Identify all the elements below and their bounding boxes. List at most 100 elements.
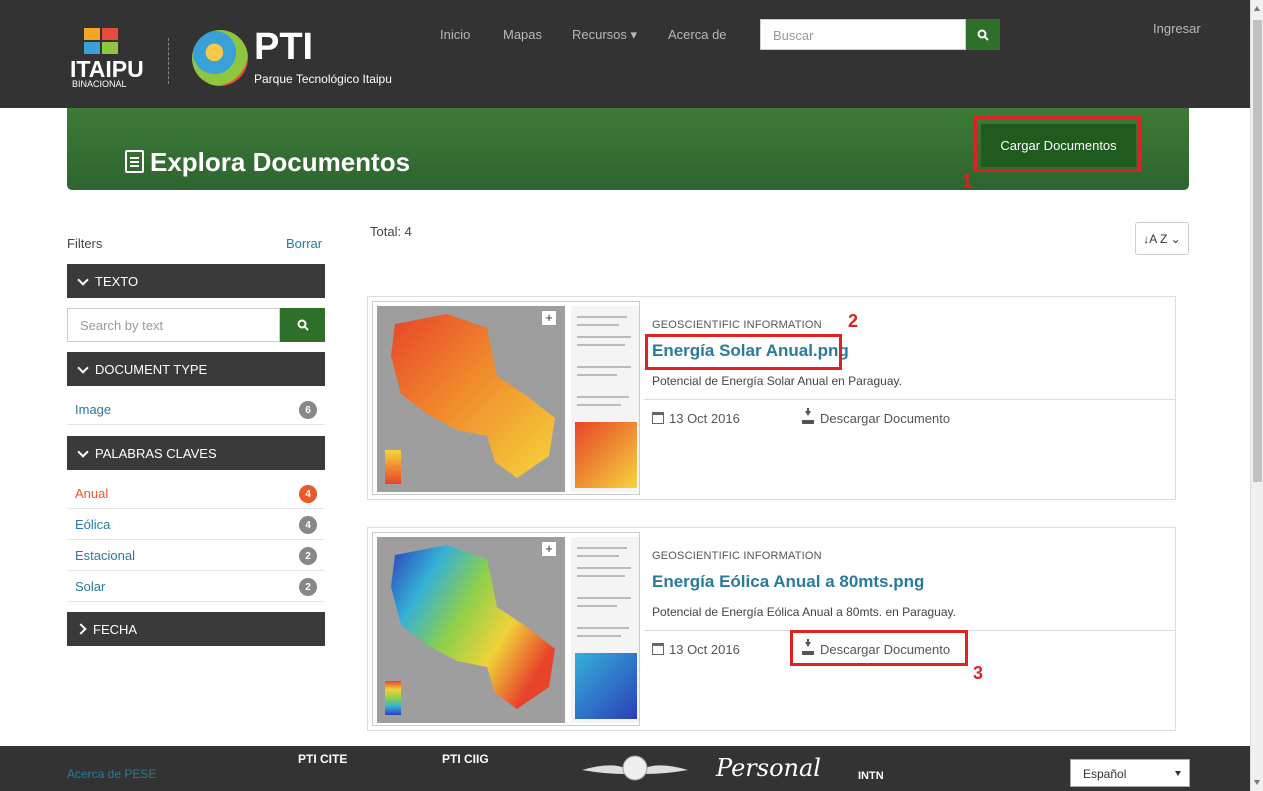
page-scrollbar[interactable]: [1250, 0, 1263, 791]
zoom-plus-icon: +: [541, 310, 557, 326]
nav-mapas[interactable]: Mapas: [503, 27, 542, 42]
facet-keywords-label: PALABRAS CLAVES: [95, 446, 217, 461]
facet-document-type-header[interactable]: DOCUMENT TYPE: [67, 352, 325, 386]
footer-logo-personal[interactable]: Personal: [716, 754, 821, 782]
solar-map-shape: [391, 314, 555, 478]
footer-logo-wings-icon[interactable]: [580, 750, 690, 788]
facet-item-label: Anual: [75, 486, 109, 501]
caret-down-icon: [1175, 771, 1181, 776]
download-icon: [802, 408, 814, 424]
pti-globe-icon: [192, 30, 248, 86]
result-category: GEOSCIENTIFIC INFORMATION: [652, 550, 822, 562]
facet-count-badge: 4: [299, 485, 317, 503]
search-icon: [297, 319, 309, 331]
language-select[interactable]: Español: [1070, 759, 1190, 787]
download-label: Descargar Documento: [820, 411, 951, 426]
facet-text-label: TEXTO: [95, 274, 139, 289]
facet-document-type-label: DOCUMENT TYPE: [95, 362, 208, 377]
pti-logo-subtext: Parque Tecnológico Itaipu: [254, 72, 392, 86]
annotation-number-3: 3: [973, 663, 984, 683]
facet-date-header[interactable]: FECHA: [67, 612, 325, 646]
footer-about-link[interactable]: Acerca de PESE: [67, 767, 156, 781]
facet-item-solar[interactable]: Solar 2: [67, 572, 325, 602]
page-title: Explora Documentos: [125, 147, 410, 178]
chevron-down-icon: [77, 274, 89, 286]
map-legend: [385, 681, 401, 715]
scrollbar-thumb[interactable]: [1253, 20, 1262, 482]
result-title-link[interactable]: Energía Eólica Anual a 80mts.png: [652, 572, 924, 592]
facet-keywords-header[interactable]: PALABRAS CLAVES: [67, 436, 325, 470]
result-date: 13 Oct 2016: [652, 642, 740, 657]
result-thumbnail[interactable]: +: [372, 532, 640, 726]
footer-logo-intn[interactable]: INTN: [858, 770, 884, 782]
annotation-number-1: 1: [962, 171, 973, 191]
facet-item-label: Estacional: [75, 548, 135, 563]
calendar-icon: [652, 643, 664, 655]
zoom-plus-icon: +: [541, 541, 557, 557]
language-select-value: Español: [1083, 767, 1127, 781]
facet-item-estacional[interactable]: Estacional 2: [67, 541, 325, 571]
pti-logo-text: PTI: [254, 26, 314, 68]
facet-item-label: Solar: [75, 579, 106, 594]
search-input[interactable]: Buscar: [760, 19, 966, 50]
result-description: Potencial de Energía Solar Anual en Para…: [652, 374, 902, 388]
result-card: + GEOSCIENTIFIC INFORMATION Energía Eóli…: [367, 527, 1176, 731]
top-navbar: ITAIPU BINACIONAL PTI Parque Tecnológico…: [0, 0, 1250, 108]
annotation-box-3: [790, 630, 968, 666]
text-filter-input[interactable]: Search by text: [67, 308, 280, 342]
page-title-text: Explora Documentos: [150, 147, 411, 177]
facet-count-badge: 6: [299, 401, 317, 419]
text-filter-search-button[interactable]: [280, 308, 325, 342]
itaipu-logo-subtext: BINACIONAL: [72, 79, 127, 89]
filters-label: Filters: [67, 236, 103, 251]
mini-map-preview: [575, 422, 637, 488]
footer-logo-pti-ciig[interactable]: PTI CIIG: [442, 752, 489, 766]
sort-button[interactable]: ↓A Z ⌄: [1135, 222, 1189, 255]
nav-recursos[interactable]: Recursos ▾: [572, 27, 637, 43]
result-card: + GEOSCIENTIFIC INFORMATION Energía Sola…: [367, 296, 1176, 500]
pti-logo[interactable]: PTI Parque Tecnológico Itaipu: [192, 26, 402, 92]
card-divider: [644, 399, 1176, 400]
footer-logo-pti-cite[interactable]: PTI CITE: [298, 752, 347, 766]
page: ITAIPU BINACIONAL PTI Parque Tecnológico…: [0, 0, 1263, 791]
facet-text-header[interactable]: TEXTO: [67, 264, 325, 298]
document-icon: [125, 150, 144, 173]
facet-item-eolica[interactable]: Eólica 4: [67, 510, 325, 540]
result-description: Potencial de Energía Eólica Anual a 80mt…: [652, 605, 956, 619]
result-date: 13 Oct 2016: [652, 411, 740, 426]
nav-inicio[interactable]: Inicio: [440, 27, 470, 42]
facet-count-badge: 4: [299, 516, 317, 534]
facet-item-image[interactable]: Image 6: [67, 395, 325, 425]
login-link[interactable]: Ingresar: [1153, 21, 1201, 36]
facet-count-badge: 2: [299, 547, 317, 565]
map-legend: [385, 450, 401, 484]
facet-item-label: Image: [75, 402, 112, 417]
itaipu-mark-icon: [84, 28, 136, 54]
logo-divider: [168, 38, 169, 84]
wind-map-shape: [391, 545, 555, 709]
search-icon: [977, 29, 989, 41]
chevron-right-icon: [75, 623, 87, 635]
itaipu-logo[interactable]: ITAIPU BINACIONAL: [70, 28, 160, 90]
chevron-down-icon: [77, 362, 89, 374]
facet-item-anual[interactable]: Anual 4: [67, 479, 325, 509]
result-thumbnail[interactable]: +: [372, 301, 640, 495]
download-document-link[interactable]: Descargar Documento: [802, 408, 951, 426]
results-total: Total: 4: [370, 224, 412, 239]
chevron-down-icon: [77, 446, 89, 458]
mini-map-preview: [575, 653, 637, 719]
facet-date-label: FECHA: [93, 622, 138, 637]
facet-item-label: Eólica: [75, 517, 111, 532]
result-date-text: 13 Oct 2016: [669, 642, 740, 657]
nav-acerca-de[interactable]: Acerca de: [668, 27, 727, 42]
facet-count-badge: 2: [299, 578, 317, 596]
search-button[interactable]: [966, 19, 1000, 50]
result-category: GEOSCIENTIFIC INFORMATION: [652, 319, 822, 331]
scroll-up-icon[interactable]: [1254, 6, 1260, 11]
annotation-box-2: [645, 334, 842, 370]
annotation-box-1: [974, 116, 1141, 172]
clear-filters-link[interactable]: Borrar: [286, 236, 322, 251]
calendar-icon: [652, 412, 664, 424]
scroll-down-icon[interactable]: [1254, 780, 1260, 785]
sort-alpha-icon: ↓A Z ⌄: [1143, 231, 1181, 246]
